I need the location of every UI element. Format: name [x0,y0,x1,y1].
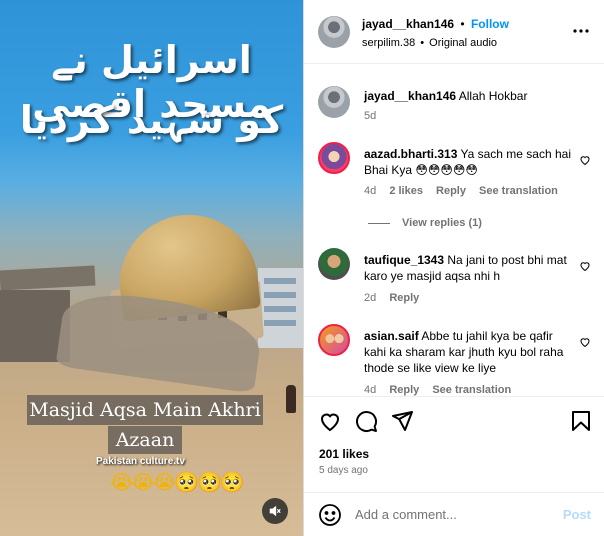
add-comment-bar: Add a comment... Post [304,492,604,536]
video-caption-line2: Azaan [108,426,182,454]
more-options-button[interactable] [573,22,589,33]
comment-time[interactable]: 2d [364,292,376,304]
comment-body: taufique_1343 Na jani to post bhi mat ka… [364,252,574,284]
comment-username[interactable]: taufique_1343 [364,253,444,267]
comment-text: Allah Hokbar [458,89,528,103]
urdu-headline-line2: کو شہید کردیا [19,98,284,142]
post-media[interactable]: اسرائیل نے مسجد اقصی کو شہید کردیا Masji… [0,0,303,536]
comment-time[interactable]: 5d [364,110,376,122]
post-date[interactable]: 5 days ago [319,465,368,476]
comment-likes[interactable]: 2 likes [389,185,423,197]
caption-text-row: jayad__khan146 Allah Hokbar [364,88,574,104]
reply-button[interactable]: Reply [389,292,419,304]
share-send-icon[interactable] [390,409,414,433]
post-author-username[interactable]: jayad__khan146 [362,17,454,31]
comment-meta: 4d 2 likes Reply See translation [364,185,568,197]
comment-meta: 2d Reply [364,292,429,304]
background-building [258,268,303,348]
header-title-row: jayad__khan146 • Follow [362,17,509,31]
comment-body: aazad.bharti.313 Ya sach me sach hai Bha… [364,146,574,178]
follow-button[interactable]: Follow [471,17,509,31]
bookmark-icon[interactable] [569,409,593,433]
separator-dot: • [420,37,425,49]
post-header: jayad__khan146 • Follow serpilim.38 • Or… [304,0,604,64]
see-translation-button[interactable]: See translation [479,185,558,197]
comment-body: asian.saif Abbe tu jahil kya be qafir ka… [364,328,574,376]
mute-button[interactable] [262,498,288,524]
comment-time[interactable]: 4d [364,384,376,396]
speaker-muted-icon [269,505,281,517]
action-bar: 201 likes 5 days ago [304,396,604,492]
person-figure [286,385,296,413]
view-replies-button[interactable]: View replies (1) [368,217,482,229]
avatar[interactable] [318,248,350,280]
comment-meta: 4d Reply See translation [364,384,521,396]
avatar[interactable] [318,142,350,174]
post-button[interactable]: Post [563,507,591,522]
comment-time[interactable]: 4d [364,185,376,197]
caption-comment: jayad__khan146 Allah Hokbar 5d [304,84,604,124]
video-caption-line1: Masjid Aqsa Main Akhri [27,395,263,425]
comment-input[interactable]: Add a comment... [355,507,457,522]
comment-username[interactable]: asian.saif [364,329,419,343]
avatar[interactable] [318,86,350,118]
likes-count[interactable]: 201 likes [319,447,369,461]
audio-row: serpilim.38 • Original audio [362,37,497,49]
avatar[interactable] [318,324,350,356]
heart-icon[interactable] [579,260,591,272]
emoji-row: 😭😭😭🥺🥺🥺 [110,472,245,494]
audio-user[interactable]: serpilim.38 [362,37,415,49]
audio-label[interactable]: Original audio [429,37,497,49]
list-item: asian.saif Abbe tu jahil kya be qafir ka… [304,320,604,396]
see-translation-button[interactable]: See translation [432,384,511,396]
reply-button[interactable]: Reply [389,384,419,396]
list-item: aazad.bharti.313 Ya sach me sach hai Bha… [304,140,604,200]
comment-username[interactable]: aazad.bharti.313 [364,147,457,161]
like-heart-icon[interactable] [318,409,342,433]
comment-username[interactable]: jayad__khan146 [364,89,456,103]
comment-bubble-icon[interactable] [354,409,378,433]
avatar[interactable] [318,16,350,48]
comment-meta: 5d [364,110,386,122]
list-item: taufique_1343 Na jani to post bhi mat ka… [304,246,604,306]
post-details-panel: jayad__khan146 • Follow serpilim.38 • Or… [303,0,604,536]
more-options-icon [573,29,589,33]
emoji-icon[interactable] [318,503,342,527]
rubble-slab [0,265,96,291]
separator-dot: • [460,17,465,31]
watermark: Pakistan culture.tv [96,456,185,467]
heart-icon[interactable] [579,336,591,348]
heart-icon[interactable] [579,154,591,166]
reply-button[interactable]: Reply [436,185,466,197]
